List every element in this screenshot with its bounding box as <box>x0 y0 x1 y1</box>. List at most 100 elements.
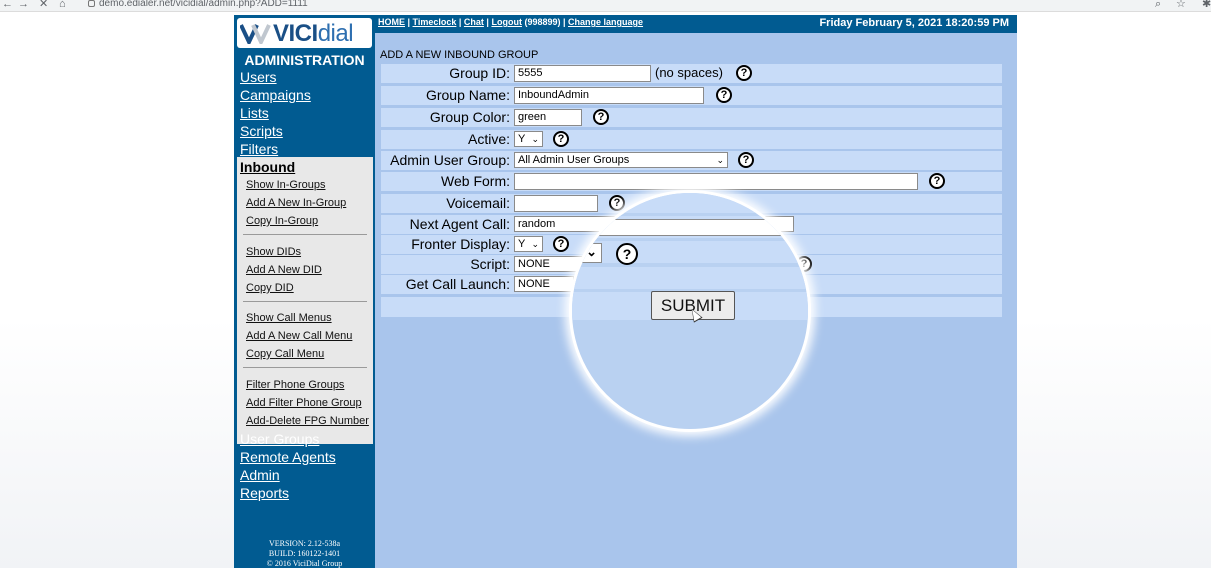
help-icon[interactable]: ? <box>553 131 569 147</box>
zoom-next-agent-field <box>572 219 792 236</box>
row-group-color: Group Color: green ? <box>381 108 1002 127</box>
top-header: HOME | Timeclock | Chat | Logout (998899… <box>375 15 1017 33</box>
zoom-row <box>572 193 808 213</box>
help-icon[interactable]: ? <box>929 173 945 189</box>
lock-icon <box>88 0 95 7</box>
group-name-input[interactable]: InboundAdmin <box>514 87 704 104</box>
get-call-launch-label: Get Call Launch: <box>405 276 510 292</box>
chevron-down-icon: ⌄ <box>716 155 724 165</box>
next-agent-call-label: Next Agent Call: <box>409 216 510 232</box>
active-value: Y <box>518 133 526 145</box>
help-icon[interactable]: ? <box>738 152 754 168</box>
row-active: Active: Y ⌄ ? <box>381 130 1002 149</box>
no-spaces-note: (no spaces) <box>655 65 723 80</box>
submenu-show-in-groups[interactable]: Show In-Groups <box>246 179 325 191</box>
star-icon[interactable]: ☆ <box>1176 0 1186 11</box>
address-bar[interactable]: demo.edialer.net/vicidial/admin.php?ADD=… <box>88 0 308 11</box>
submenu-filter-phone-groups[interactable]: Filter Phone Groups <box>246 379 344 391</box>
sidebar-item-reports[interactable]: Reports <box>240 485 289 501</box>
help-icon[interactable]: ? <box>593 109 609 125</box>
group-color-input[interactable]: green <box>514 109 582 126</box>
header-links: HOME | Timeclock | Chat | Logout (998899… <box>378 17 643 27</box>
submenu-add-delete-fpg-number[interactable]: Add-Delete FPG Number <box>246 415 369 427</box>
row-web-form: Web Form: ? <box>381 172 1002 191</box>
copyright-text: © 2016 ViciDial Group <box>266 559 343 568</box>
back-icon[interactable]: ← <box>2 0 13 11</box>
sidebar-item-admin[interactable]: Admin <box>240 467 280 483</box>
web-form-input[interactable] <box>514 173 918 190</box>
page-title: ADD A NEW INBOUND GROUP <box>380 49 539 61</box>
admin-user-group-select[interactable]: All Admin User Groups ⌄ <box>514 152 728 168</box>
submenu-copy-did[interactable]: Copy DID <box>246 282 294 294</box>
submenu-show-dids[interactable]: Show DIDs <box>246 246 301 258</box>
inbound-submenu: Inbound Show In-Groups Add A New In-Grou… <box>237 157 373 444</box>
fronter-display-label: Fronter Display: <box>411 236 510 252</box>
sidebar-item-users[interactable]: Users <box>240 69 277 85</box>
forward-icon[interactable]: → <box>18 0 29 11</box>
extension-icon[interactable]: ✱ <box>1202 0 1211 11</box>
help-icon[interactable]: ? <box>616 243 638 265</box>
get-call-launch-select[interactable]: NONE <box>514 276 574 292</box>
home-link[interactable]: HOME <box>378 17 405 27</box>
submenu-copy-call-menu[interactable]: Copy Call Menu <box>246 348 324 360</box>
script-label: Script: <box>470 256 510 272</box>
submenu-add-new-in-group[interactable]: Add A New In-Group <box>246 197 346 209</box>
group-name-label: Group Name: <box>425 87 510 103</box>
logo-text: VICIdial <box>273 20 354 47</box>
zoom-magnifier: ⌄ ? SUBMIT <box>569 190 811 432</box>
fronter-display-select[interactable]: Y ⌄ <box>514 236 543 252</box>
submenu-divider <box>243 367 367 368</box>
sidebar-item-inbound[interactable]: Inbound <box>240 159 295 175</box>
row-group-id: Group ID: 5555 (no spaces) ? <box>381 64 1002 83</box>
voicemail-label: Voicemail: <box>446 195 510 211</box>
sidebar-item-filters[interactable]: Filters <box>240 141 278 157</box>
chevron-down-icon: ⌄ <box>531 134 539 144</box>
admin-title: ADMINISTRATION <box>244 52 365 68</box>
zoom-row <box>572 267 808 289</box>
current-datetime: Friday February 5, 2021 18:20:59 PM <box>819 17 1009 29</box>
help-icon[interactable]: ? <box>553 236 569 252</box>
sidebar-item-lists[interactable]: Lists <box>240 105 269 121</box>
vicidial-logo[interactable]: VICIdial <box>237 18 372 48</box>
group-id-label: Group ID: <box>449 65 510 81</box>
change-language-link[interactable]: Change language <box>568 17 643 27</box>
stop-icon[interactable]: ✕ <box>39 0 48 11</box>
submenu-add-filter-phone-group[interactable]: Add Filter Phone Group <box>246 397 362 409</box>
sidebar-item-user-groups[interactable]: User Groups <box>240 431 319 447</box>
logout-link[interactable]: Logout <box>491 17 522 27</box>
fronter-display-value: Y <box>518 238 526 250</box>
zoom-icon[interactable]: ⌕ <box>1155 0 1161 11</box>
sidebar: VICIdial ADMINISTRATION Users Campaigns … <box>234 15 375 568</box>
active-select[interactable]: Y ⌄ <box>514 131 543 147</box>
zoom-row <box>572 241 808 263</box>
submenu-show-call-menus[interactable]: Show Call Menus <box>246 312 332 324</box>
submenu-add-new-call-menu[interactable]: Add A New Call Menu <box>246 330 352 342</box>
submenu-divider <box>243 301 367 302</box>
logout-user: (998899) <box>524 17 561 27</box>
active-label: Active: <box>467 131 510 147</box>
web-form-label: Web Form: <box>441 173 510 189</box>
build-text: BUILD: 160122-1401 <box>268 549 341 558</box>
help-icon[interactable]: ? <box>736 65 752 81</box>
sidebar-item-scripts[interactable]: Scripts <box>240 123 283 139</box>
group-id-input[interactable]: 5555 <box>514 65 651 82</box>
submenu-copy-in-group[interactable]: Copy In-Group <box>246 215 318 227</box>
header-separator: | <box>560 17 569 27</box>
timeclock-link[interactable]: Timeclock <box>413 17 457 27</box>
submenu-divider <box>243 234 367 235</box>
sidebar-item-remote-agents[interactable]: Remote Agents <box>240 449 336 465</box>
admin-user-group-value: All Admin User Groups <box>518 154 630 166</box>
submenu-add-new-did[interactable]: Add A New DID <box>246 264 322 276</box>
group-color-label: Group Color: <box>429 109 510 125</box>
chat-link[interactable]: Chat <box>464 17 484 27</box>
browser-toolbar: ← → ✕ ⌂ demo.edialer.net/vicidial/admin.… <box>0 0 1211 12</box>
address-text: demo.edialer.net/vicidial/admin.php?ADD=… <box>99 0 308 9</box>
zoom-script-select: ⌄ <box>572 243 602 263</box>
row-admin-user-group: Admin User Group: All Admin User Groups ⌄… <box>381 151 1002 170</box>
header-separator: | <box>405 17 413 27</box>
home-icon[interactable]: ⌂ <box>59 0 66 11</box>
help-icon[interactable]: ? <box>716 87 732 103</box>
sidebar-item-campaigns[interactable]: Campaigns <box>240 87 311 103</box>
version-text: VERSION: 2.12-538a <box>268 539 341 548</box>
admin-user-group-label: Admin User Group: <box>390 152 510 168</box>
